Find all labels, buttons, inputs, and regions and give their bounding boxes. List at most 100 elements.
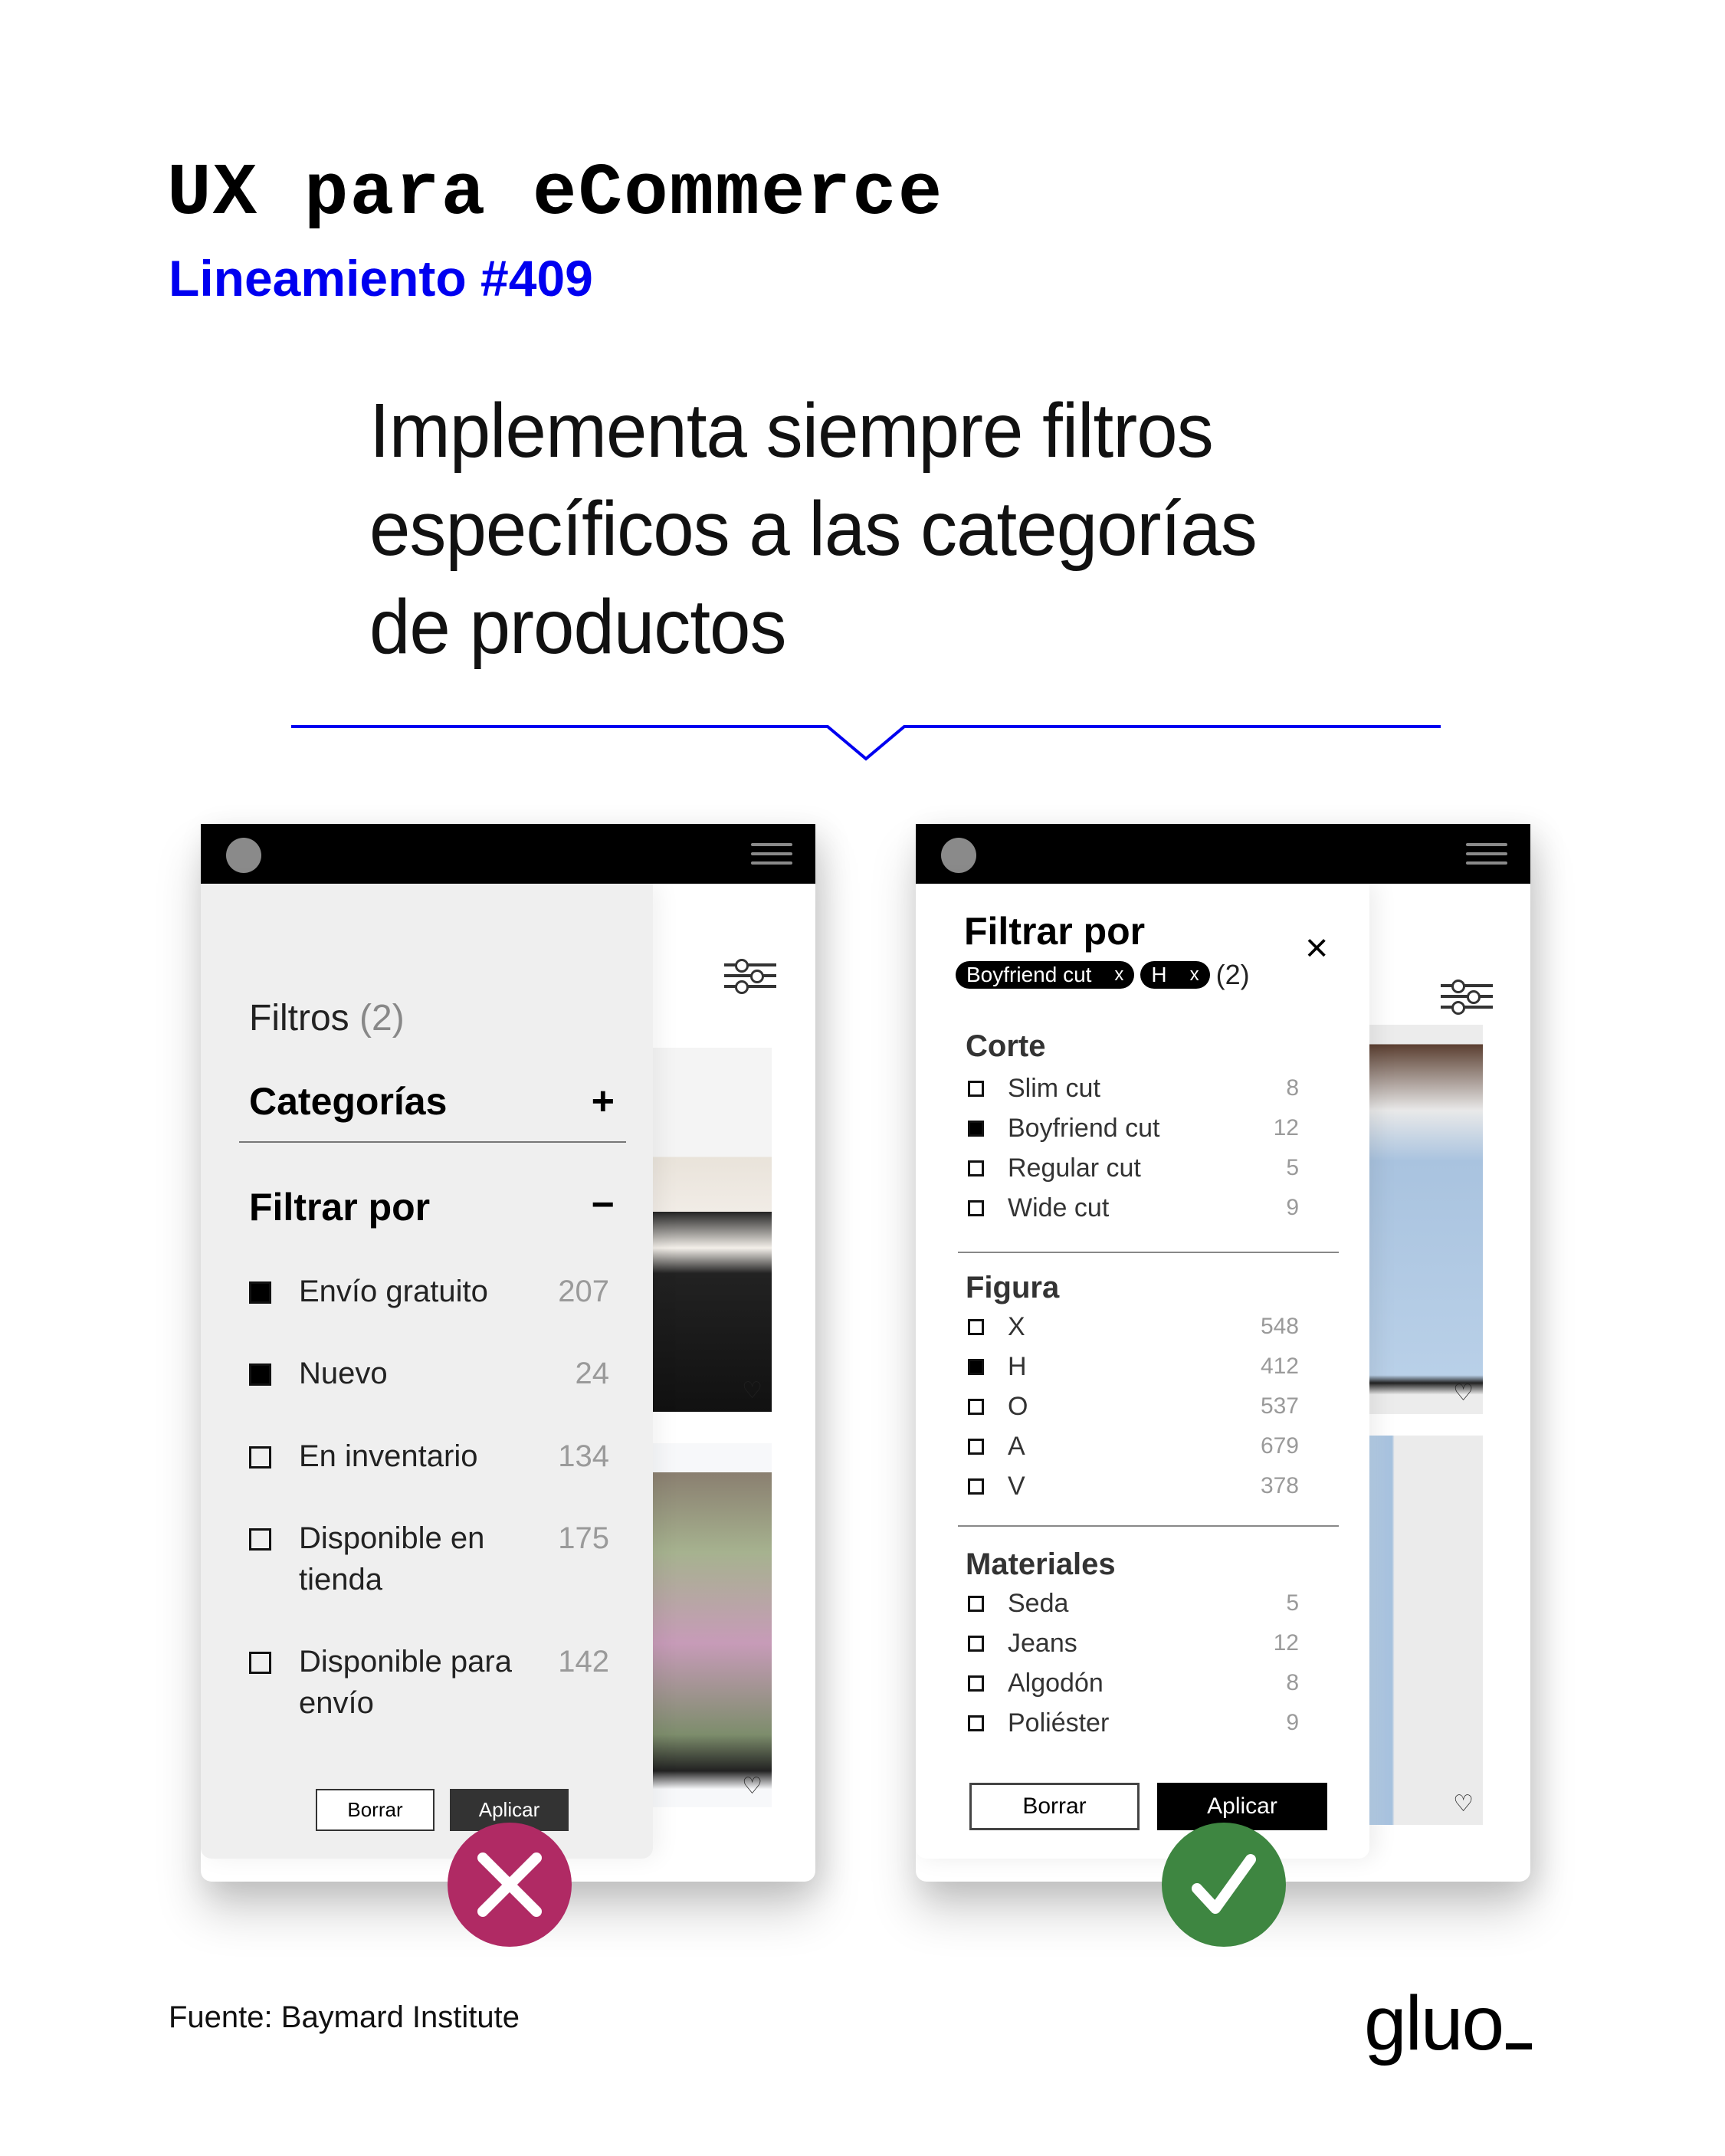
checkbox[interactable] <box>968 1319 984 1335</box>
filter-option-label: Boyfriend cut <box>1008 1114 1160 1143</box>
product-image[interactable]: ♡ <box>1369 1025 1483 1414</box>
checkbox[interactable] <box>968 1478 984 1495</box>
filter-option-label: A <box>1008 1432 1025 1461</box>
filter-option-count: 5 <box>1286 1155 1299 1180</box>
checkbox[interactable] <box>968 1160 984 1176</box>
check-mark-icon <box>1192 1854 1256 1914</box>
apply-button[interactable]: Aplicar <box>1157 1783 1327 1830</box>
bad-example-badge <box>448 1823 572 1947</box>
filter-option-count: 9 <box>1286 1195 1299 1220</box>
checkbox-checked[interactable] <box>249 1363 271 1386</box>
heart-icon[interactable]: ♡ <box>742 1775 762 1798</box>
filter-option-label: Envío gratuito <box>299 1275 488 1308</box>
checkbox[interactable] <box>968 1081 984 1097</box>
hamburger-menu-icon[interactable] <box>751 843 792 865</box>
phone-top-bar <box>916 824 1530 884</box>
filter-option-count: 8 <box>1286 1670 1299 1695</box>
filter-sliders-icon[interactable] <box>1441 980 1493 1015</box>
filter-sliders-icon[interactable] <box>724 959 776 994</box>
logo-underscore <box>1506 2043 1533 2049</box>
product-image[interactable]: ♡ <box>653 1443 772 1807</box>
heart-icon[interactable]: ♡ <box>1453 1793 1474 1816</box>
checkbox[interactable] <box>968 1439 984 1455</box>
filter-option-count: 134 <box>558 1439 609 1473</box>
collapse-icon[interactable]: − <box>592 1185 615 1225</box>
chip-label: Boyfriend cut <box>966 963 1092 986</box>
close-icon[interactable]: × <box>1305 928 1328 968</box>
section-divider <box>291 725 1441 761</box>
hamburger-menu-icon[interactable] <box>1466 843 1507 865</box>
filter-option-label: Nuevo <box>299 1357 388 1390</box>
good-example-badge <box>1162 1823 1286 1947</box>
headline-line: Implementa siempre filtros <box>369 388 1214 474</box>
filter-option-count: 175 <box>558 1521 609 1555</box>
divider <box>958 1525 1339 1527</box>
clear-button[interactable]: Borrar <box>969 1783 1140 1830</box>
checkbox[interactable] <box>968 1715 984 1731</box>
filter-drawer: Filtrar por × Boyfriend cut x H x (2) Co… <box>916 884 1369 1859</box>
remove-chip-icon[interactable]: x <box>1114 964 1123 986</box>
checkbox-checked[interactable] <box>249 1281 271 1304</box>
checkbox[interactable] <box>968 1636 984 1652</box>
filter-option-label: Seda <box>1008 1589 1069 1618</box>
filter-option-label: Slim cut <box>1008 1074 1100 1103</box>
expand-icon[interactable]: + <box>592 1081 615 1121</box>
section-filter-by[interactable]: Filtrar por <box>249 1185 430 1229</box>
filter-drawer: Filtros (2) Categorías + Filtrar por − E… <box>201 884 653 1859</box>
section-categories[interactable]: Categorías <box>249 1079 447 1124</box>
x-mark-icon <box>477 1852 542 1917</box>
filter-option-count: 12 <box>1273 1115 1299 1140</box>
product-image[interactable]: ♡ <box>653 1048 772 1412</box>
active-filter-chip[interactable]: Boyfriend cut x <box>956 961 1135 989</box>
product-image[interactable]: ♡ <box>1369 1436 1483 1825</box>
chip-label: H <box>1151 963 1167 986</box>
filters-count: (2) <box>359 998 405 1039</box>
guideline-headline: Implementa siempre filtros específicos a… <box>369 382 1399 676</box>
divider <box>239 1141 626 1143</box>
headline-line: específicos a las categorías <box>369 486 1258 572</box>
filter-option-label: Jeans <box>1008 1629 1077 1658</box>
logo-placeholder-icon <box>226 838 261 873</box>
filter-option-label: V <box>1008 1472 1025 1501</box>
filter-option-label: Disponible en tienda <box>299 1521 485 1596</box>
page-title: UX para eCommerce <box>167 152 944 235</box>
clear-button[interactable]: Borrar <box>316 1789 435 1831</box>
divider <box>958 1252 1339 1253</box>
filter-option-label: X <box>1008 1312 1025 1341</box>
filter-option-count: 24 <box>575 1357 610 1390</box>
filter-option-count: 548 <box>1260 1314 1299 1339</box>
filter-option-label: En inventario <box>299 1439 478 1473</box>
checkbox[interactable] <box>249 1446 271 1469</box>
filter-option-count: 537 <box>1260 1393 1299 1419</box>
checkbox[interactable] <box>968 1675 984 1692</box>
checkbox-checked[interactable] <box>968 1121 984 1137</box>
good-example-phone: ♡ ♡ Filtrar por × Boyfriend cut x H x (2… <box>916 824 1530 1882</box>
active-filters: Boyfriend cut x H x (2) <box>956 959 1250 991</box>
checkbox[interactable] <box>249 1528 271 1551</box>
filter-option-label: H <box>1008 1352 1027 1381</box>
filter-option-count: 412 <box>1260 1354 1299 1379</box>
filters-title: Filtros (2) <box>249 997 405 1039</box>
filter-option-label: Poliéster <box>1008 1708 1110 1738</box>
filter-option-count: 5 <box>1286 1590 1299 1616</box>
checkbox-checked[interactable] <box>968 1359 984 1375</box>
checkbox[interactable] <box>968 1399 984 1415</box>
filter-group-title: Materiales <box>966 1547 1116 1581</box>
filter-drawer-title: Filtrar por <box>964 910 1146 953</box>
filter-option-count: 8 <box>1286 1075 1299 1101</box>
filters-title-label: Filtros <box>249 998 349 1039</box>
bad-example-phone: ♡ ♡ Filtros (2) Categorías + Filtrar por… <box>201 824 815 1882</box>
phone-top-bar <box>201 824 815 884</box>
heart-icon[interactable]: ♡ <box>1453 1382 1474 1405</box>
active-filters-count: (2) <box>1215 959 1250 990</box>
active-filter-chip[interactable]: H x <box>1140 961 1210 989</box>
checkbox[interactable] <box>968 1596 984 1612</box>
filter-group-title: Corte <box>966 1029 1046 1063</box>
remove-chip-icon[interactable]: x <box>1190 964 1199 986</box>
filter-option-label: Wide cut <box>1008 1193 1110 1222</box>
filter-group-title: Figura <box>966 1271 1060 1304</box>
checkbox[interactable] <box>968 1200 984 1216</box>
filter-option-count: 9 <box>1286 1710 1299 1735</box>
heart-icon[interactable]: ♡ <box>742 1380 762 1403</box>
checkbox[interactable] <box>249 1652 271 1674</box>
